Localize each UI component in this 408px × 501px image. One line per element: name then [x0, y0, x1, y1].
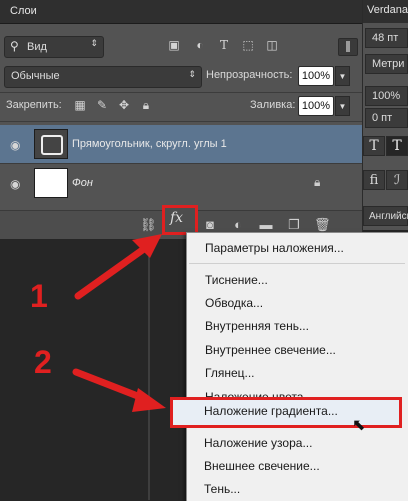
- layer-name[interactable]: Прямоугольник, скругл. углы 1: [72, 138, 227, 150]
- link-icon[interactable]: ⛓: [140, 217, 157, 232]
- font-name[interactable]: Verdana: [367, 4, 408, 16]
- arrow-2-line: [72, 368, 152, 404]
- baseline-field[interactable]: 0 пт: [365, 108, 408, 128]
- chevron-updown-icon: ⇕: [188, 69, 196, 79]
- filter-adjustment-icon[interactable]: ◐: [192, 38, 208, 52]
- font-size-field[interactable]: 48 пт: [365, 28, 408, 48]
- layer-row-selected[interactable]: ◉ Прямоугольник, скругл. углы 1: [0, 125, 362, 163]
- menu-item-satin[interactable]: Глянец...: [205, 366, 255, 380]
- faux-italic-button[interactable]: T: [386, 136, 408, 156]
- mask-icon[interactable]: ◙: [202, 217, 218, 232]
- lock-label: Закрепить:: [6, 99, 62, 111]
- menu-item-outer-glow[interactable]: Внешнее свечение...: [204, 459, 320, 473]
- new-layer-icon[interactable]: ❐: [286, 217, 302, 232]
- oldstyle-icon[interactable]: ℐ: [386, 170, 408, 190]
- menu-item-gradient-overlay[interactable]: Наложение градиента...: [204, 404, 338, 418]
- menu-item-blending-options[interactable]: Параметры наложения...: [205, 241, 344, 255]
- search-icon: ⚲: [10, 39, 19, 53]
- layer-filter-select[interactable]: ⚲ Вид ⇕: [4, 36, 104, 58]
- folder-icon[interactable]: ▬: [258, 217, 274, 232]
- menu-item-pattern-overlay[interactable]: Наложение узора...: [204, 436, 312, 450]
- lock-brush-icon[interactable]: ✎: [94, 98, 110, 112]
- layer-row[interactable]: ◉ Фон 🔒︎: [0, 164, 362, 202]
- menu-item-bevel[interactable]: Тиснение...: [205, 273, 268, 287]
- opacity-label: Непрозрачность:: [206, 69, 293, 81]
- filter-shape-icon[interactable]: ⬚: [240, 38, 256, 52]
- fill-dropdown-icon[interactable]: ▼: [335, 96, 350, 116]
- menu-item-stroke[interactable]: Обводка...: [205, 296, 263, 310]
- lock-move-icon[interactable]: ✥: [116, 98, 132, 112]
- filter-pixel-icon[interactable]: ▣: [166, 38, 182, 52]
- scale-field[interactable]: 100%: [365, 86, 408, 106]
- language-select[interactable]: Английск: [363, 206, 408, 226]
- menu-item-inner-glow[interactable]: Внутреннее свечение...: [205, 343, 336, 357]
- character-panel-titlebar: Verdana: [363, 0, 408, 23]
- layer-filter-label: Вид: [27, 41, 47, 53]
- trash-icon[interactable]: 🗑︎: [314, 217, 331, 232]
- layer-thumbnail-shape: [34, 129, 68, 159]
- ligature-icon[interactable]: ﬁ: [363, 170, 385, 190]
- annotation-number-1: 1: [30, 278, 48, 314]
- annotation-number-2: 2: [34, 344, 52, 380]
- divider: [0, 121, 362, 122]
- arrow-1-line: [74, 242, 152, 300]
- layer-thumbnail-background: [34, 168, 68, 198]
- filter-toggle[interactable]: [338, 38, 358, 56]
- fill-label: Заливка:: [250, 99, 296, 111]
- layer-name[interactable]: Фон: [72, 177, 93, 189]
- adjustment-layer-icon[interactable]: ◐: [230, 217, 246, 232]
- layers-panel-titlebar: [0, 0, 362, 24]
- opacity-dropdown-icon[interactable]: ▼: [335, 66, 350, 86]
- blend-mode-value: Обычные: [11, 70, 60, 82]
- filter-smartobject-icon[interactable]: ◫: [264, 38, 280, 52]
- fill-input[interactable]: 100%: [298, 96, 334, 116]
- chevron-updown-icon: ⇕: [90, 38, 98, 48]
- fx-button-label[interactable]: fx: [170, 210, 183, 226]
- menu-item-inner-shadow[interactable]: Внутренняя тень...: [205, 319, 309, 333]
- panel-divider: [148, 238, 150, 500]
- tab-layers[interactable]: Слои: [4, 3, 43, 19]
- lock-transparency-icon[interactable]: ▦: [72, 98, 88, 112]
- lock-icon: 🔒︎: [314, 175, 321, 189]
- menu-separator: [189, 263, 405, 264]
- kerning-field[interactable]: Метри: [365, 54, 408, 74]
- mouse-cursor-icon: ⬉: [352, 417, 366, 434]
- menu-item-drop-shadow[interactable]: Тень...: [204, 482, 240, 496]
- lock-all-icon[interactable]: 🔒︎: [138, 98, 154, 112]
- eye-icon[interactable]: ◉: [10, 177, 26, 191]
- filter-type-icon[interactable]: T: [216, 38, 232, 52]
- opacity-input[interactable]: 100%: [298, 66, 334, 86]
- eye-icon[interactable]: ◉: [10, 138, 26, 152]
- divider: [0, 92, 362, 93]
- faux-bold-button[interactable]: T: [363, 136, 385, 156]
- blend-mode-select[interactable]: Обычные ⇕: [4, 66, 202, 88]
